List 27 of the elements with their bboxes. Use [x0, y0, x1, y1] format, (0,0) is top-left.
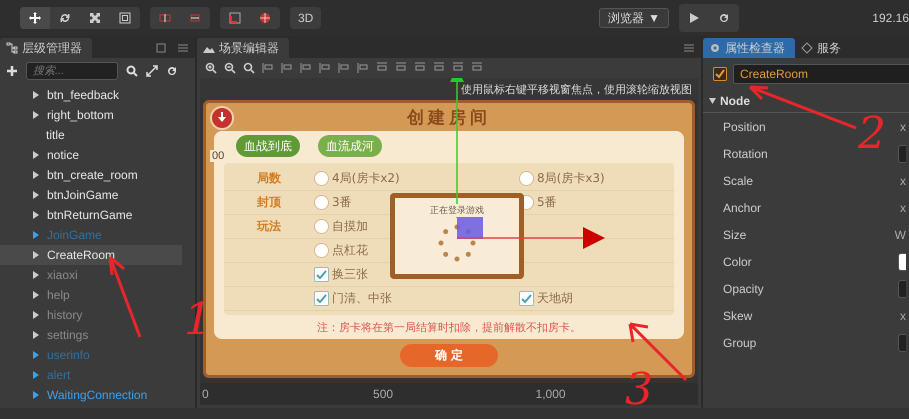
property-value: x [900, 200, 906, 214]
property-label: Opacity [723, 282, 764, 296]
preview-address: 192.16 [872, 11, 909, 25]
property-value: x [900, 174, 906, 188]
property-label: Size [723, 228, 746, 242]
note-text: 注：房卡将在第一局结算时扣除，提前解散不扣房卡。 [316, 320, 582, 336]
property-label: Color [723, 254, 752, 268]
ruler-label: 1,000 [536, 387, 567, 401]
property-label: Rotation [723, 146, 768, 160]
property-value: x [900, 308, 906, 322]
property-label: Group [723, 336, 756, 350]
property-value: W [894, 228, 906, 242]
property-label: Scale [723, 174, 754, 188]
option-label: 封顶 [256, 194, 282, 212]
property-label: Position [723, 120, 766, 134]
property-label: Skew [723, 308, 752, 322]
ruler-label: 0 [202, 387, 210, 401]
option-label: 局数 [256, 170, 282, 188]
scene-hint: 使用鼠标右键平移视窗焦点，使用滚轮缩放视图 [461, 82, 692, 96]
property-label: Anchor [723, 200, 762, 214]
ruler-label: 500 [373, 387, 394, 401]
property-value: x [900, 120, 906, 134]
option-label: 玩法 [256, 218, 282, 236]
annotation-number: 2 [858, 112, 886, 156]
loading-text: 正在登录游戏 [430, 204, 484, 217]
ruler-label: 00 [210, 150, 226, 162]
annotation-number: 3 [625, 368, 653, 412]
